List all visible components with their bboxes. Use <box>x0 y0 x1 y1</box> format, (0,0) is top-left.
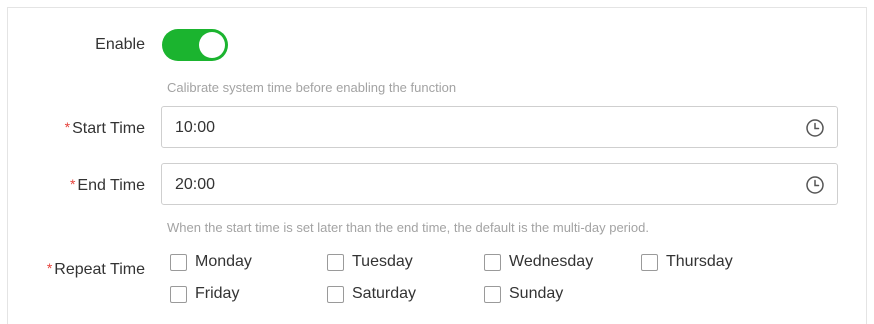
repeat-time-label-text: Repeat Time <box>54 261 145 278</box>
day-label: Monday <box>195 253 252 270</box>
day-checkbox-sunday[interactable]: Sunday <box>484 283 563 305</box>
end-time-value: 20:00 <box>175 176 216 193</box>
day-checkbox-tuesday[interactable]: Tuesday <box>327 251 413 273</box>
day-label: Friday <box>195 285 240 302</box>
enable-label: Enable <box>95 36 145 53</box>
day-label: Wednesday <box>509 253 594 270</box>
toggle-knob <box>199 32 225 58</box>
clock-icon[interactable] <box>805 175 825 195</box>
day-label: Saturday <box>352 285 417 302</box>
enable-toggle[interactable] <box>162 29 228 61</box>
clock-icon[interactable] <box>805 118 825 138</box>
day-checkbox-saturday[interactable]: Saturday <box>327 283 416 305</box>
multi-day-period-hint: When the start time is set later than th… <box>167 220 649 235</box>
end-time-label: * End Time <box>70 174 145 196</box>
repeat-time-label: * Repeat Time <box>47 258 145 280</box>
checkbox-box[interactable] <box>170 253 187 271</box>
end-time-label-text: End Time <box>77 177 145 194</box>
day-checkbox-wednesday[interactable]: Wednesday <box>484 251 593 273</box>
required-mark: * <box>69 176 76 192</box>
checkbox-box[interactable] <box>327 285 344 303</box>
day-label: Thursday <box>666 253 733 270</box>
required-mark: * <box>64 119 71 135</box>
end-time-input[interactable]: 20:00 <box>161 163 838 205</box>
start-time-value: 10:00 <box>175 119 216 136</box>
checkbox-box[interactable] <box>484 285 501 303</box>
checkbox-box[interactable] <box>641 253 658 271</box>
start-time-label-text: Start Time <box>72 120 145 137</box>
checkbox-box[interactable] <box>170 285 187 303</box>
day-label: Tuesday <box>352 253 413 270</box>
day-checkbox-friday[interactable]: Friday <box>170 283 239 305</box>
start-time-input[interactable]: 10:00 <box>161 106 838 148</box>
checkbox-box[interactable] <box>327 253 344 271</box>
checkbox-box[interactable] <box>484 253 501 271</box>
day-checkbox-thursday[interactable]: Thursday <box>641 251 733 273</box>
required-mark: * <box>46 260 53 276</box>
start-time-label: * Start Time <box>65 117 145 139</box>
day-label: Sunday <box>509 285 564 302</box>
day-checkbox-monday[interactable]: Monday <box>170 251 252 273</box>
calibrate-hint: Calibrate system time before enabling th… <box>167 80 457 95</box>
